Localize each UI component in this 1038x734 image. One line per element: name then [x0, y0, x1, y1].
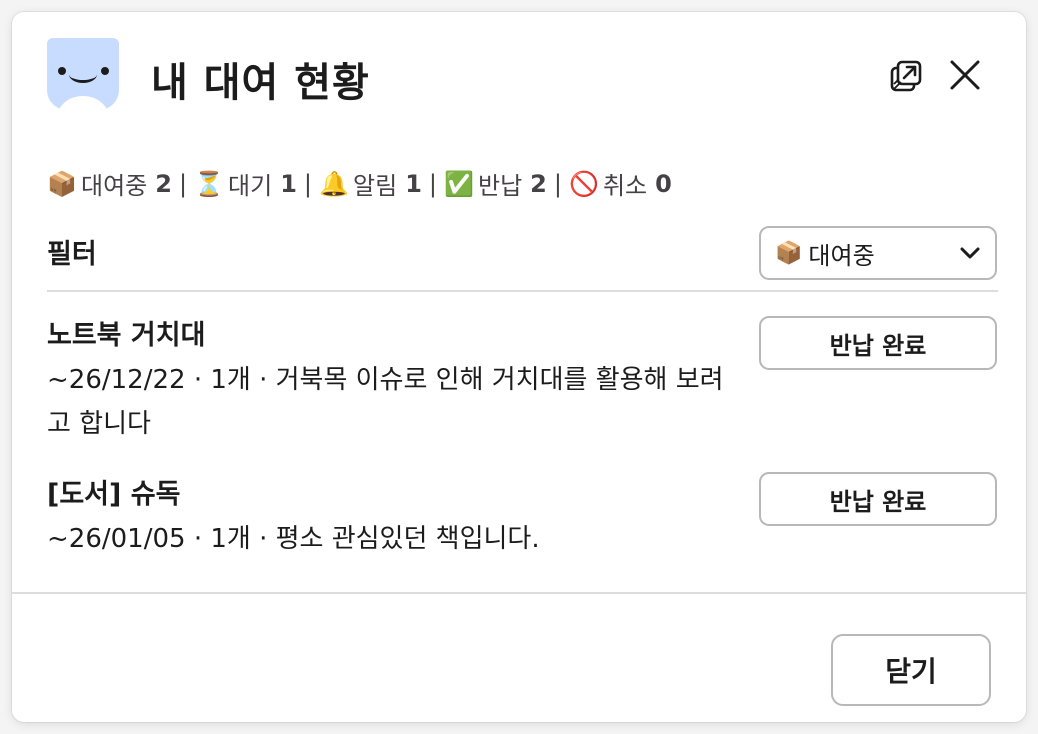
summary-label-cancelled: 취소	[602, 172, 648, 200]
return-complete-button[interactable]: 반납 완료	[759, 316, 997, 370]
chevron-down-icon	[960, 247, 980, 259]
filter-label: 필터	[47, 239, 97, 270]
summary-label-rented: 대여중	[81, 172, 148, 200]
close-icon	[950, 60, 980, 90]
summary-label-waiting: 대기	[228, 172, 273, 200]
package-icon: 📦	[47, 169, 77, 198]
summary-separator: |	[428, 169, 437, 198]
summary-count-waiting: 1	[280, 169, 297, 198]
summary-separator: |	[553, 169, 562, 198]
summary-label-alert: 알림	[353, 172, 398, 200]
app-avatar-icon	[47, 38, 119, 110]
item-name: 노트북 거치대	[47, 320, 206, 351]
summary-separator: |	[178, 169, 188, 198]
item-description: ~26/01/05 · 1개 · 평소 관심있던 책입니다.	[47, 524, 540, 554]
summary-label-returned: 반납	[477, 172, 523, 200]
filter-select[interactable]: 📦 대여중	[759, 226, 997, 280]
close-icon-button[interactable]	[944, 54, 986, 96]
bell-icon: 🔔	[319, 169, 349, 198]
summary-count-alert: 1	[405, 169, 422, 198]
list-item: 노트북 거치대 ~26/12/22 · 1개 · 거북목 이슈로 인해 거치대를…	[47, 318, 747, 446]
prohibited-icon: 🚫	[569, 169, 599, 198]
item-name: [도서] 슈독	[47, 479, 181, 510]
popout-icon	[890, 60, 922, 92]
item-description: ~26/12/22 · 1개 · 거북목 이슈로 인해 거치대를 활용해 보려고…	[47, 365, 724, 439]
summary-count-cancelled: 0	[655, 169, 672, 198]
list-item: [도서] 슈독 ~26/01/05 · 1개 · 평소 관심있던 책입니다.	[47, 477, 747, 561]
return-complete-button[interactable]: 반납 완료	[759, 472, 997, 526]
hourglass-icon: ⏳	[194, 169, 224, 198]
divider	[12, 592, 1026, 594]
filter-selected-value: 대여중	[808, 241, 875, 270]
open-in-window-button[interactable]	[886, 54, 928, 96]
rental-status-modal: 내 대여 현황 📦 대여중 2 | ⏳ 대기 1 | 🔔 알림 1 | ✅ 반납…	[12, 12, 1026, 722]
summary-count-returned: 2	[530, 169, 547, 198]
modal-header: 내 대여 현황	[47, 38, 996, 110]
summary-separator: |	[303, 169, 313, 198]
modal-title: 내 대여 현황	[151, 60, 370, 106]
close-button[interactable]: 닫기	[831, 634, 991, 706]
divider	[47, 290, 998, 292]
check-mark-icon: ✅	[444, 169, 474, 198]
package-icon: 📦	[775, 240, 803, 266]
status-summary: 📦 대여중 2 | ⏳ 대기 1 | 🔔 알림 1 | ✅ 반납 2 | 🚫 취…	[47, 166, 672, 201]
summary-count-rented: 2	[155, 169, 172, 198]
